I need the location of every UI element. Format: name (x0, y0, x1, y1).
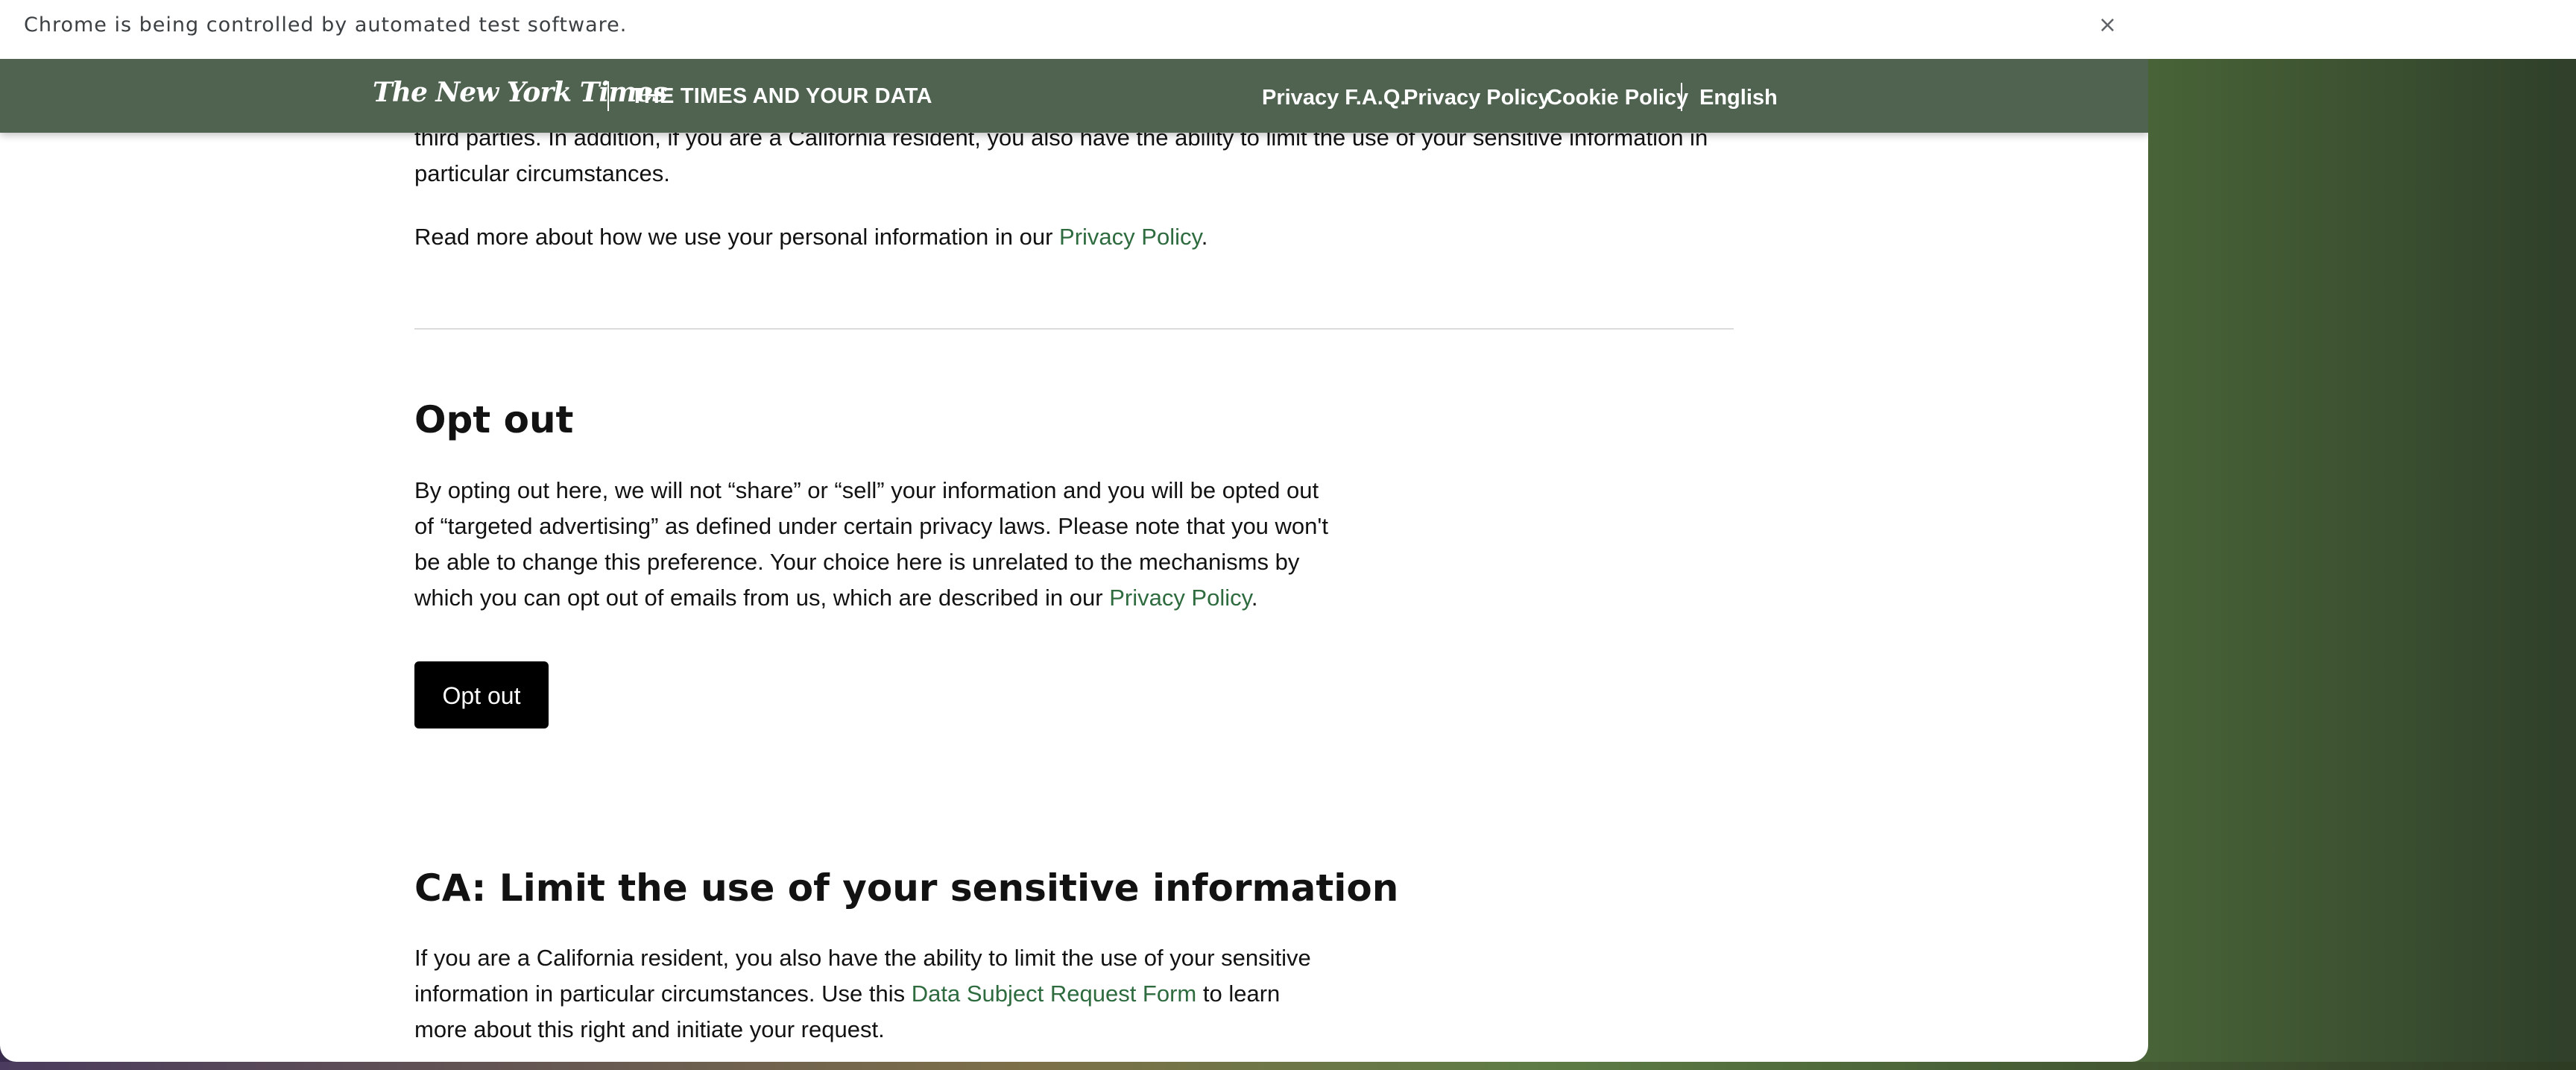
nyt-logo[interactable]: The New York Times (373, 75, 667, 110)
nav-divider (1681, 83, 1682, 111)
opt-out-line-3: be able to change this preference. Your … (414, 549, 1300, 575)
opt-out-privacy-policy-link[interactable]: Privacy Policy (1109, 585, 1251, 611)
opt-out-line-2: of “targeted advertising” as defined und… (414, 513, 1328, 539)
opt-out-button[interactable]: Opt out (414, 661, 549, 728)
page-viewport: The New York Times The Times and Your Da… (0, 59, 2148, 1062)
nav-language[interactable]: English (1699, 83, 1778, 113)
ca-line-3: more about this right and initiate your … (414, 1016, 885, 1042)
opt-out-line-1: By opting out here, we will not “share” … (414, 477, 1319, 503)
intro-line-2: particular circumstances. (414, 160, 670, 186)
site-header: The New York Times The Times and Your Da… (0, 59, 2148, 133)
nav-cookie-policy[interactable]: Cookie Policy (1547, 83, 1688, 113)
header-divider (607, 81, 609, 111)
section-divider (414, 328, 1734, 330)
automation-notice: Chrome is being controlled by automated … (24, 13, 628, 37)
ca-line-1: If you are a California resident, you al… (414, 945, 1311, 971)
opt-out-period: . (1251, 585, 1258, 611)
automation-infobar: Chrome is being controlled by automated … (0, 0, 2576, 59)
ca-line-2-end: to learn (1196, 981, 1281, 1007)
read-more-text: Read more about how we use your personal… (414, 224, 1060, 250)
data-subject-request-link[interactable]: Data Subject Request Form (912, 981, 1197, 1007)
opt-out-line-4: which you can opt out of emails from us,… (414, 585, 1110, 611)
nav-privacy-faq[interactable]: Privacy F.A.Q. (1262, 83, 1406, 113)
opt-out-description: By opting out here, we will not “share” … (414, 473, 1328, 616)
read-more-paragraph: Read more about how we use your personal… (414, 219, 1208, 255)
close-icon[interactable]: × (2094, 12, 2121, 39)
desktop-wallpaper-strip (0, 1062, 2576, 1070)
privacy-policy-link[interactable]: Privacy Policy (1059, 224, 1202, 250)
page-title[interactable]: The Times and Your Data (631, 81, 932, 111)
ca-limit-heading: CA: Limit the use of your sensitive info… (414, 866, 1399, 910)
opt-out-heading: Opt out (414, 398, 574, 441)
nav-privacy-policy[interactable]: Privacy Policy (1404, 83, 1550, 113)
ca-description: If you are a California resident, you al… (414, 940, 1311, 1048)
ca-line-2: information in particular circumstances.… (414, 981, 912, 1007)
read-more-period: . (1201, 224, 1208, 250)
